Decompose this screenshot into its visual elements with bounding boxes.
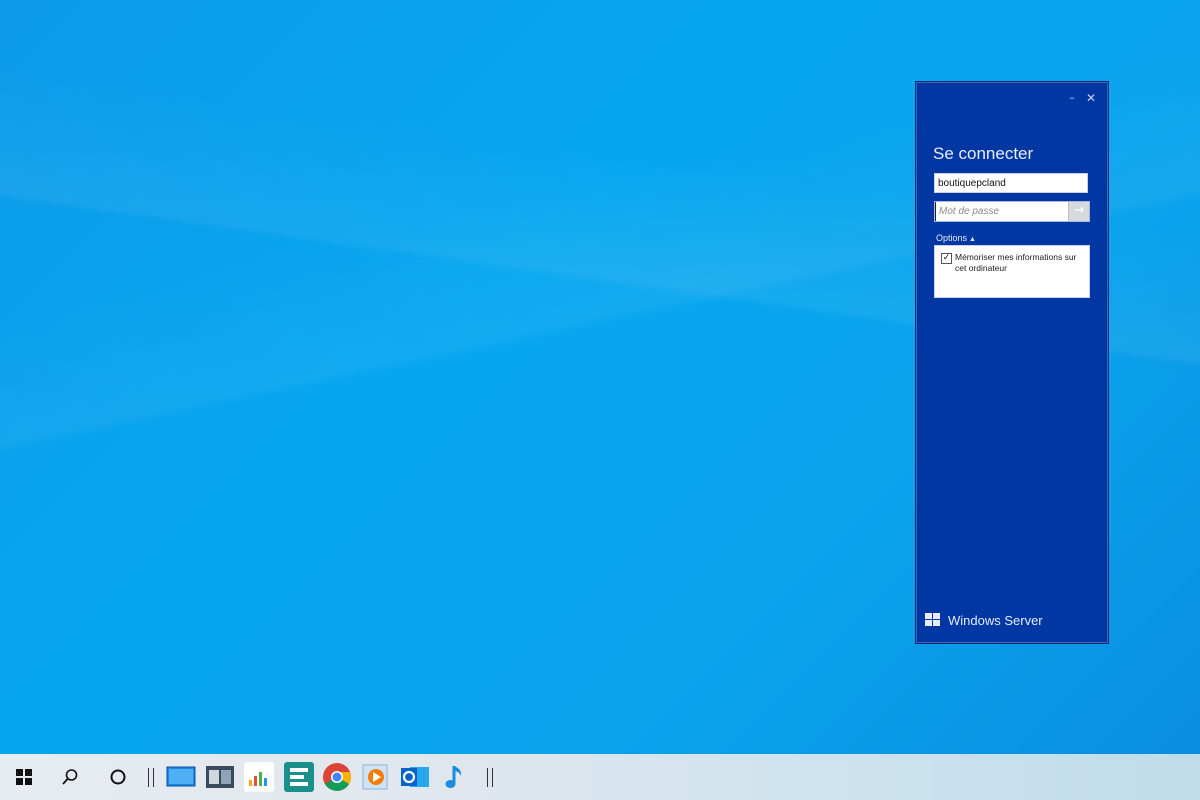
- minimize-button[interactable]: –: [1065, 91, 1079, 105]
- remember-checkbox[interactable]: ✓: [941, 253, 952, 264]
- chrome-icon[interactable]: [322, 762, 352, 792]
- submit-arrow-button[interactable]: →: [1068, 202, 1089, 221]
- cortana-button[interactable]: [98, 754, 138, 800]
- remote-desktop-icon[interactable]: [166, 762, 196, 792]
- taskbar-separator: [487, 768, 493, 787]
- search-icon: [62, 769, 78, 785]
- caret-up-icon: ▲: [969, 236, 976, 243]
- taskbar-separator: [148, 768, 154, 787]
- password-field[interactable]: [935, 202, 1069, 221]
- options-label: Options: [936, 233, 968, 243]
- cortana-circle-icon: [110, 769, 126, 785]
- equalizer-icon[interactable]: [244, 762, 274, 792]
- password-field-wrapper: →: [934, 201, 1090, 222]
- outlook-icon[interactable]: [400, 762, 430, 792]
- remember-label: Mémoriser mes informations sur cet ordin…: [955, 252, 1077, 273]
- windows-server-brand: Windows Server: [925, 613, 1043, 628]
- search-button[interactable]: [50, 754, 90, 800]
- windows-start-icon: [16, 769, 32, 785]
- taskbar: [0, 754, 1200, 800]
- options-toggle[interactable]: Options ▲: [936, 233, 976, 243]
- windows-logo-icon: [925, 613, 942, 628]
- options-panel: ✓ Mémoriser mes informations sur cet ord…: [934, 245, 1090, 298]
- music-note-icon[interactable]: [440, 762, 470, 792]
- close-button[interactable]: ✕: [1084, 91, 1098, 105]
- start-button[interactable]: [4, 754, 44, 800]
- brand-text: Windows Server: [948, 613, 1043, 628]
- task-view-app-icon[interactable]: [205, 762, 235, 792]
- login-window: – ✕ Se connecter → Options▲ ✓ Mémoriser …: [916, 82, 1108, 643]
- username-field[interactable]: [934, 173, 1088, 193]
- media-player-icon[interactable]: [361, 762, 391, 792]
- menu-app-icon[interactable]: [284, 762, 314, 792]
- login-title: Se connecter: [933, 144, 1034, 163]
